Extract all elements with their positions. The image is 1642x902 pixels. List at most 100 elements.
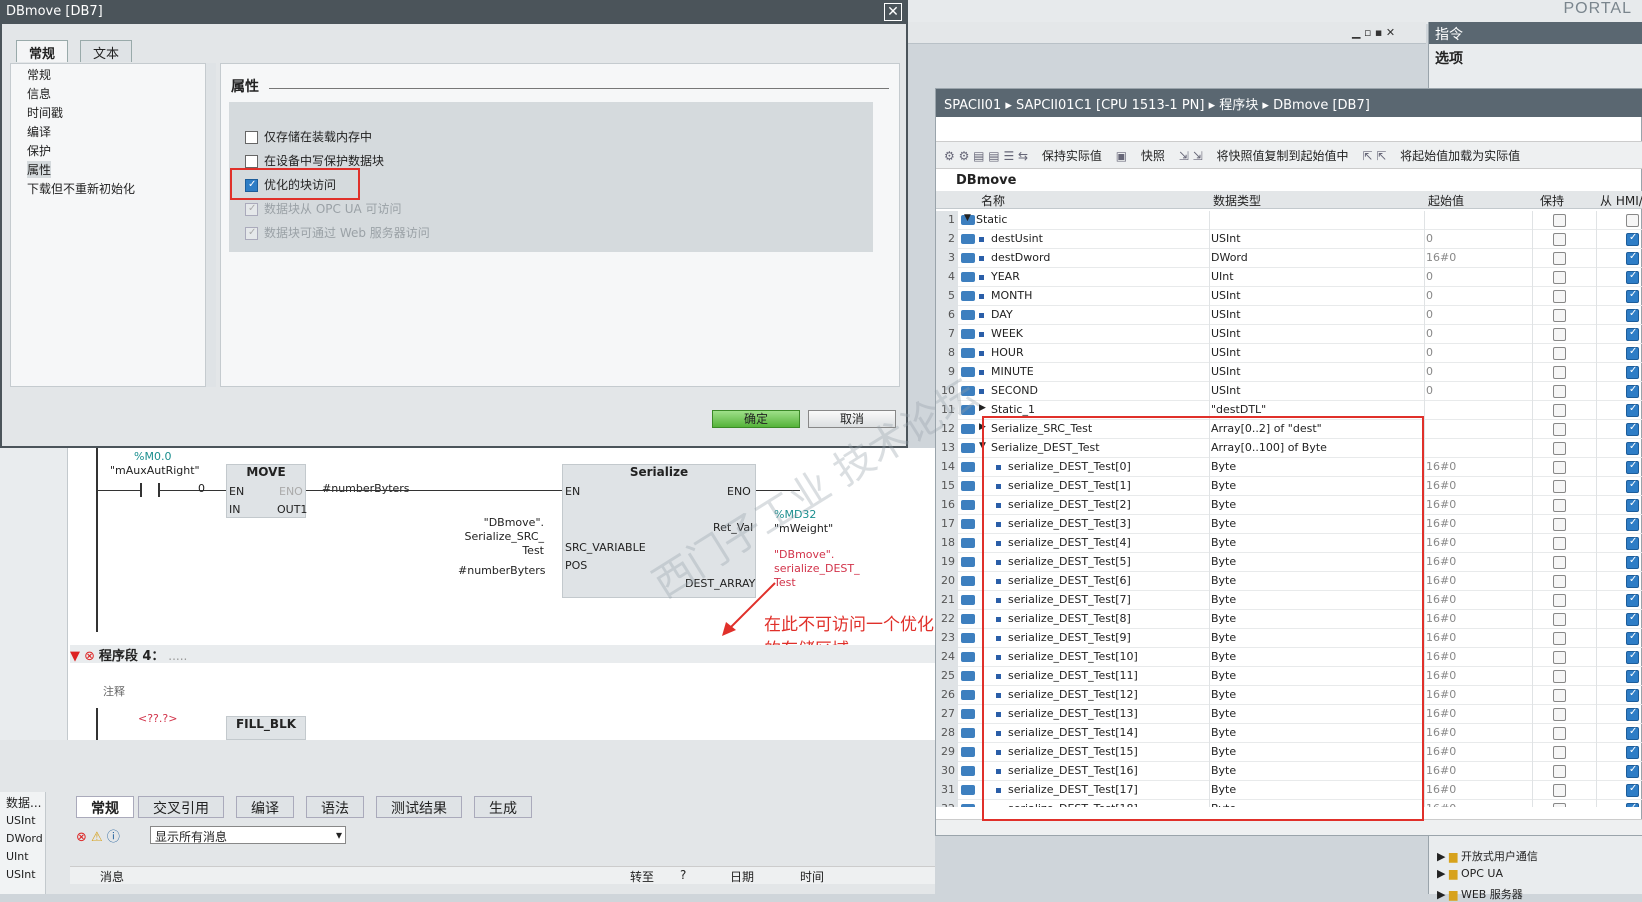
hmi-checkbox[interactable] — [1626, 214, 1639, 227]
retain-checkbox[interactable] — [1553, 537, 1566, 550]
row-start-value[interactable]: 16#0 — [1426, 764, 1456, 777]
toolbar-icons[interactable]: ⚙ ⚙ ▤ ▤ ☰ ⇆ — [944, 149, 1028, 163]
row-name[interactable]: DAY — [991, 308, 1013, 321]
hmi-checkbox[interactable] — [1626, 251, 1639, 265]
snapshot-icon[interactable]: ▣ — [1116, 149, 1127, 163]
snapshot-button[interactable]: 快照 — [1141, 149, 1165, 163]
retain-checkbox[interactable] — [1553, 442, 1566, 455]
retain-checkbox[interactable] — [1553, 556, 1566, 569]
row-type[interactable]: USInt — [1211, 327, 1241, 340]
retain-checkbox[interactable] — [1553, 746, 1566, 759]
row-start-value[interactable]: 16#0 — [1426, 745, 1456, 758]
row-name[interactable]: Static_1 — [991, 403, 1035, 416]
copy-snapshot-button[interactable]: 将快照值复制到起始值中 — [1217, 149, 1349, 163]
hmi-checkbox[interactable] — [1626, 745, 1639, 759]
retain-checkbox[interactable] — [1553, 518, 1566, 531]
hmi-checkbox[interactable] — [1626, 669, 1639, 683]
retain-checkbox[interactable] — [1553, 613, 1566, 626]
table-row[interactable]: 5 MONTH USInt 0 — [936, 287, 1642, 306]
hmi-checkbox[interactable] — [1626, 479, 1639, 493]
row-name[interactable]: MONTH — [991, 289, 1032, 302]
retain-checkbox[interactable] — [1553, 651, 1566, 664]
retain-checkbox[interactable] — [1553, 461, 1566, 474]
hmi-checkbox[interactable] — [1626, 289, 1639, 303]
table-row[interactable]: 4 YEAR UInt 0 — [936, 268, 1642, 287]
nav-attributes[interactable]: 属性 — [27, 161, 52, 178]
hmi-checkbox[interactable] — [1626, 802, 1639, 807]
tab-general[interactable]: 常规 — [16, 40, 69, 62]
row-type[interactable]: DWord — [1211, 251, 1248, 264]
row-name[interactable]: destDword — [991, 251, 1050, 264]
row-start-value[interactable]: 16#0 — [1426, 479, 1456, 492]
retain-checkbox[interactable] — [1553, 271, 1566, 284]
row-start-value[interactable]: 0 — [1426, 232, 1433, 245]
col-name[interactable]: 名称 — [981, 192, 1005, 209]
row-start-value[interactable]: 16#0 — [1426, 802, 1456, 807]
hmi-checkbox[interactable] — [1626, 517, 1639, 531]
row-start-value[interactable]: 0 — [1426, 346, 1433, 359]
comment[interactable]: 注释 — [103, 683, 125, 699]
retain-checkbox[interactable] — [1553, 404, 1566, 417]
row-name[interactable]: SECOND — [991, 384, 1038, 397]
hmi-checkbox[interactable] — [1626, 270, 1639, 284]
row-start-value[interactable]: 16#0 — [1426, 726, 1456, 739]
hmi-checkbox[interactable] — [1626, 536, 1639, 550]
tab-test-results[interactable]: 测试结果 — [376, 796, 462, 818]
retain-checkbox[interactable] — [1553, 252, 1566, 265]
row-type[interactable]: USInt — [1211, 384, 1241, 397]
list-item[interactable]: DWord — [6, 832, 43, 845]
retain-checkbox[interactable] — [1553, 632, 1566, 645]
keep-actual-button[interactable]: 保持实际值 — [1042, 149, 1102, 163]
row-type[interactable]: USInt — [1211, 346, 1241, 359]
table-row[interactable]: 6 DAY USInt 0 — [936, 306, 1642, 325]
msg-filter-icons[interactable]: ⊗ ⚠ ⓘ — [76, 826, 120, 845]
tree-item-opc-ua[interactable]: ▶ ▆ OPC UA — [1437, 867, 1503, 880]
row-type[interactable]: UInt — [1211, 270, 1234, 283]
retain-checkbox[interactable] — [1553, 309, 1566, 322]
hmi-checkbox[interactable] — [1626, 403, 1639, 417]
hmi-checkbox[interactable] — [1626, 612, 1639, 626]
hmi-checkbox[interactable] — [1626, 384, 1639, 398]
opt-write-protect[interactable]: 在设备中写保护数据块 — [245, 152, 384, 169]
expand-icon[interactable]: ▼ — [964, 213, 971, 223]
retain-checkbox[interactable] — [1553, 328, 1566, 341]
fill-blk-block[interactable]: FILL_BLK — [226, 716, 306, 740]
hmi-checkbox[interactable] — [1626, 327, 1639, 341]
row-start-value[interactable]: 16#0 — [1426, 460, 1456, 473]
hmi-checkbox[interactable] — [1626, 707, 1639, 721]
checkbox[interactable] — [245, 155, 258, 168]
col-time[interactable]: 时间 — [800, 868, 824, 885]
hmi-checkbox[interactable] — [1626, 783, 1639, 797]
hmi-checkbox[interactable] — [1626, 232, 1639, 246]
row-name[interactable]: MINUTE — [991, 365, 1034, 378]
retain-checkbox[interactable] — [1553, 689, 1566, 702]
row-start-value[interactable]: 0 — [1426, 289, 1433, 302]
row-start-value[interactable]: 16#0 — [1426, 498, 1456, 511]
retain-checkbox[interactable] — [1553, 803, 1566, 807]
retain-checkbox[interactable] — [1553, 290, 1566, 303]
tree-item-web-server[interactable]: ▶ ▆ WEB 服务器 — [1437, 886, 1523, 902]
row-start-value[interactable]: 16#0 — [1426, 593, 1456, 606]
copy-icons[interactable]: ⇲ ⇲ — [1179, 149, 1203, 163]
hmi-checkbox[interactable] — [1626, 441, 1639, 455]
row-type[interactable]: "destDTL" — [1211, 403, 1266, 416]
row-name[interactable]: HOUR — [991, 346, 1024, 359]
col-date[interactable]: 日期 — [730, 868, 754, 885]
row-start-value[interactable]: 16#0 — [1426, 536, 1456, 549]
col-message[interactable]: 消息 — [100, 868, 124, 885]
retain-checkbox[interactable] — [1553, 423, 1566, 436]
row-start-value[interactable]: 16#0 — [1426, 517, 1456, 530]
hmi-checkbox[interactable] — [1626, 498, 1639, 512]
retain-checkbox[interactable] — [1553, 233, 1566, 246]
row-start-value[interactable]: 0 — [1426, 308, 1433, 321]
hmi-checkbox[interactable] — [1626, 365, 1639, 379]
row-start-value[interactable]: 16#0 — [1426, 669, 1456, 682]
tree-item-open-user-comm[interactable]: ▶ ▆ 开放式用户通信 — [1437, 848, 1538, 864]
hmi-checkbox[interactable] — [1626, 593, 1639, 607]
unknown-operand[interactable]: <??.?> — [138, 712, 177, 725]
table-row[interactable]: 1 ▼ Static — [936, 211, 1642, 230]
row-name[interactable]: YEAR — [991, 270, 1020, 283]
nav-general[interactable]: 常规 — [27, 66, 51, 83]
row-type[interactable]: USInt — [1211, 232, 1241, 245]
retain-checkbox[interactable] — [1553, 708, 1566, 721]
